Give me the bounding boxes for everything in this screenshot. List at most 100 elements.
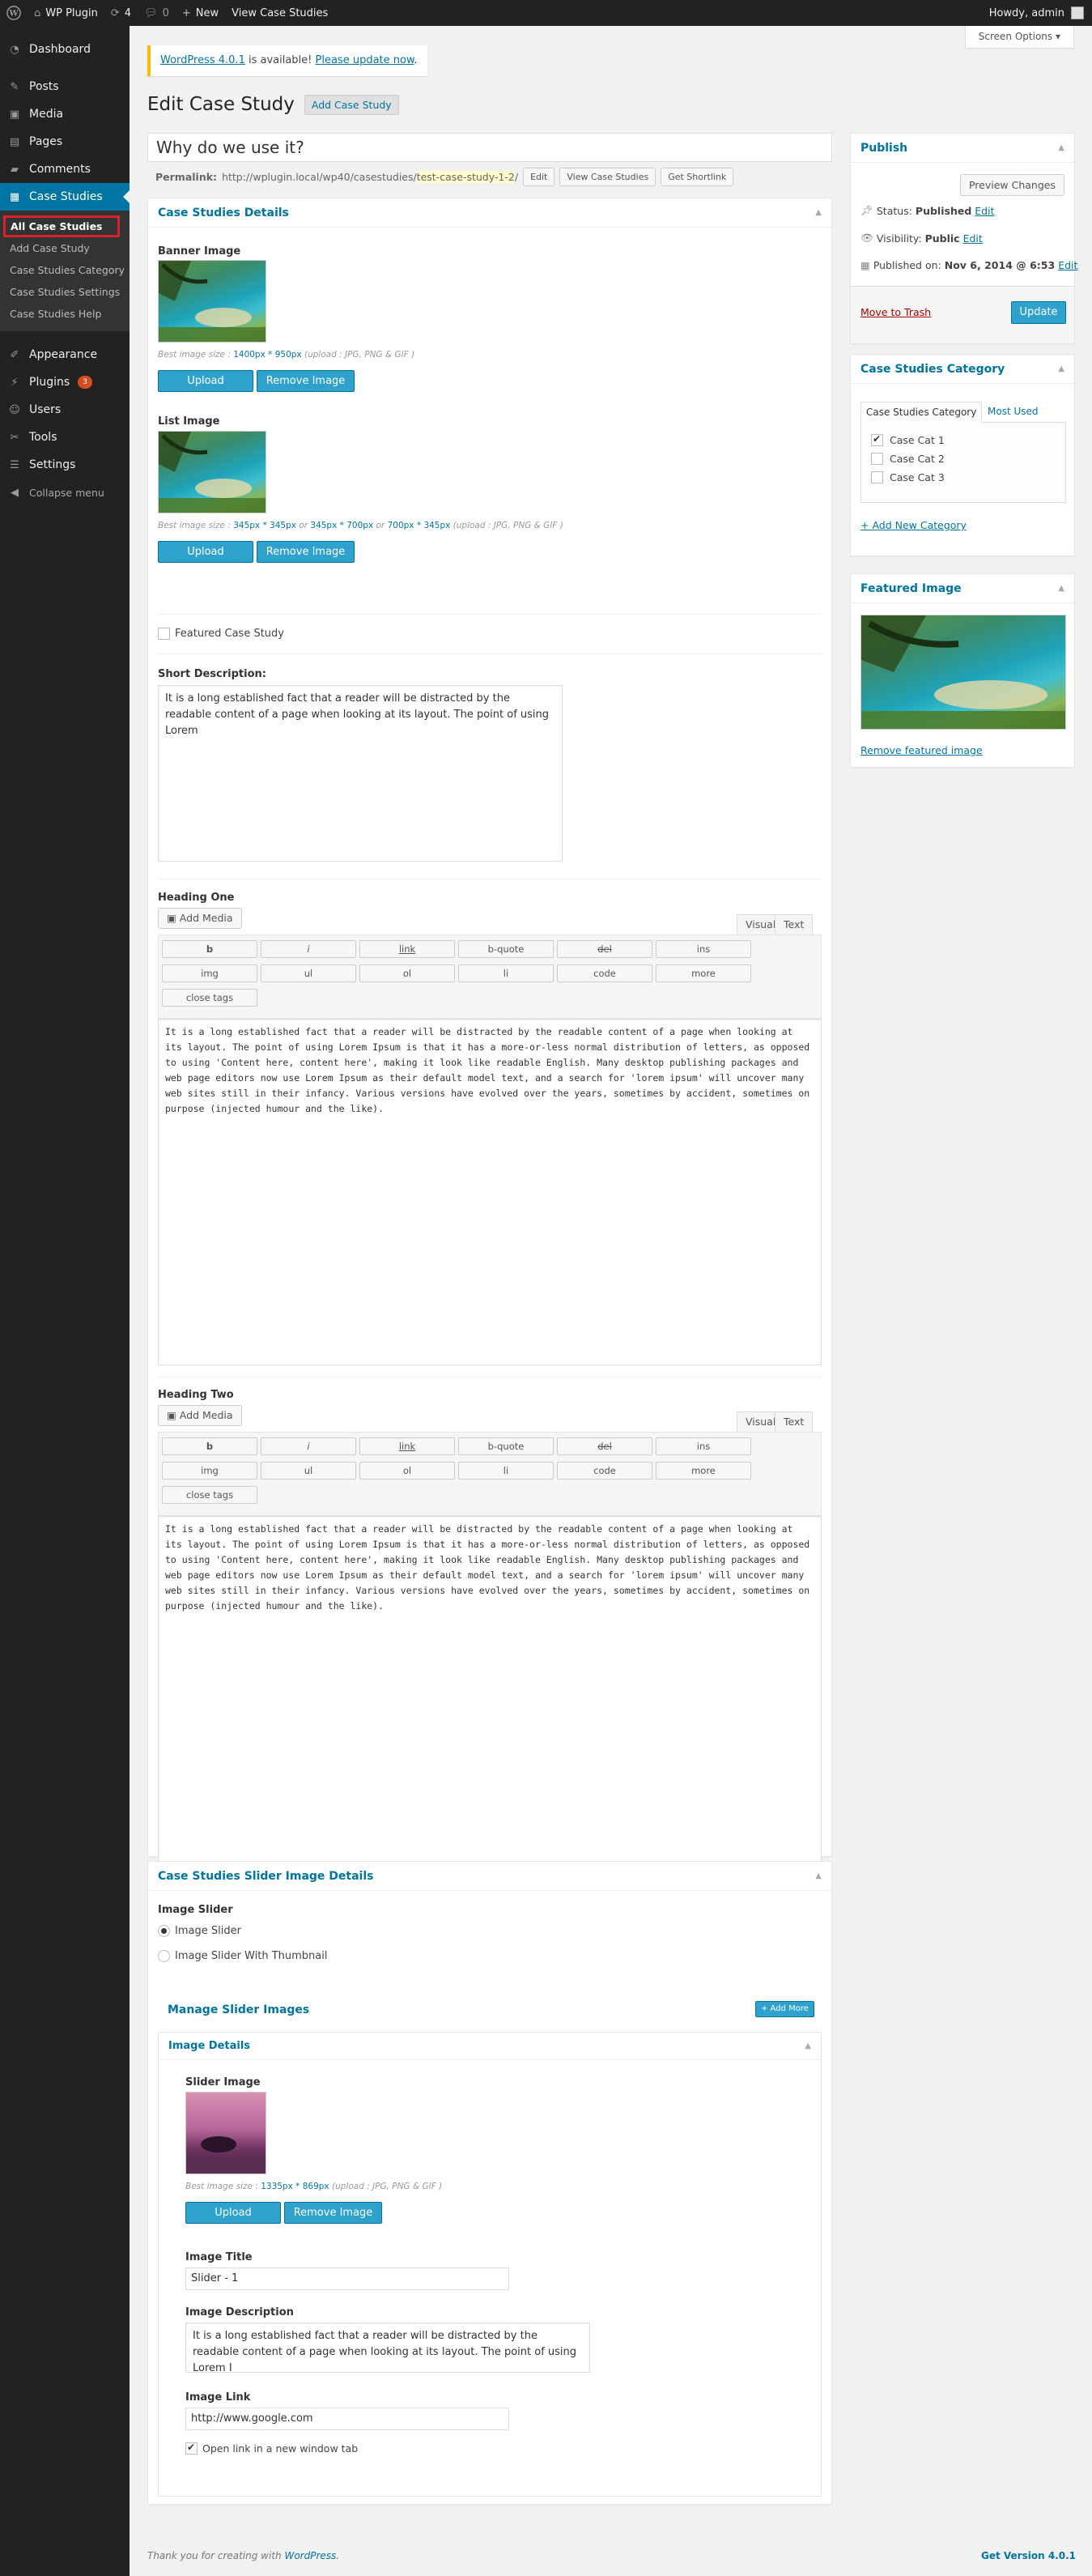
quicktag-li-button[interactable]: li [458,1462,554,1480]
quicktag-bquote-button[interactable]: b-quote [458,940,554,958]
quicktag-italic-button[interactable]: i [261,940,356,958]
quicktag-ul-button[interactable]: ul [261,1462,356,1480]
updates-link[interactable]: ⟳ 4 [104,0,138,26]
image-link-input[interactable]: http://www.google.com [185,2408,509,2430]
new-content-link[interactable]: + New [176,0,225,26]
site-name-link[interactable]: ⌂ WP Plugin [28,0,104,26]
image-slider-radio[interactable] [158,1925,170,1937]
quicktag-close-tags-button[interactable]: close tags [162,989,257,1007]
quicktag-bold-button[interactable]: b [162,940,257,958]
submenu-case-studies-help[interactable]: Case Studies Help [0,303,130,325]
featured-case-study-checkbox[interactable] [158,628,170,640]
screen-options-button[interactable]: Screen Options ▾ [964,26,1074,49]
sidebar-item-settings[interactable]: ☰ Settings [0,451,130,479]
tab-all-categories[interactable]: Case Studies Category [860,402,983,423]
sidebar-item-collapse[interactable]: ◀ Collapse menu [0,479,130,506]
open-new-tab-checkbox[interactable] [185,2442,198,2455]
edit-date-link[interactable]: Edit [1058,259,1077,271]
image-title-input[interactable]: Slider - 1 [185,2267,509,2290]
heading-two-content-textarea[interactable]: It is a long established fact that a rea… [158,1516,822,1863]
list-upload-button[interactable]: Upload [158,541,253,563]
sidebar-item-appearance[interactable]: ✐ Appearance [0,341,130,368]
quicktag-more-button[interactable]: more [656,1462,751,1480]
quicktag-code-button[interactable]: code [557,964,652,982]
update-now-link[interactable]: Please update now [316,54,414,66]
publish-header[interactable]: Publish ▲ [851,134,1074,163]
sidebar-item-users[interactable]: ☺︎ Users [0,396,130,424]
quicktag-bold-button[interactable]: b [162,1437,257,1455]
wordpress-link[interactable]: WordPress [284,2550,336,2561]
quicktag-italic-button[interactable]: i [261,1437,356,1455]
quicktag-ul-button[interactable]: ul [261,964,356,982]
get-shortlink-button[interactable]: Get Shortlink [661,168,734,186]
image-description-textarea[interactable]: It is a long established fact that a rea… [185,2323,590,2374]
sidebar-item-pages[interactable]: ▤ Pages [0,128,130,155]
quicktag-img-button[interactable]: img [162,1462,257,1480]
quicktag-code-button[interactable]: code [557,1462,652,1480]
image-slider-thumbnail-radio[interactable] [158,1950,170,1962]
case-studies-details-header[interactable]: Case Studies Details ▲ [148,198,831,228]
quicktag-close-tags-button[interactable]: close tags [162,1486,257,1504]
list-remove-image-button[interactable]: Remove Image [257,541,355,563]
edit-permalink-button[interactable]: Edit [523,168,555,186]
quicktag-del-button[interactable]: del [557,940,652,958]
quicktag-link-button[interactable]: link [359,940,455,958]
heading-two-add-media-button[interactable]: ▣ Add Media [158,1405,242,1426]
quicktag-ins-button[interactable]: ins [656,1437,751,1455]
submenu-add-case-study[interactable]: Add Case Study [0,237,130,259]
remove-featured-image-link[interactable]: Remove featured image [860,744,983,756]
view-case-studies-link[interactable]: View Case Studies [225,0,334,26]
banner-remove-image-button[interactable]: Remove Image [257,370,355,392]
update-button[interactable]: Update [1011,301,1066,324]
my-account[interactable]: Howdy, admin [989,6,1092,19]
category-checkbox[interactable] [871,471,883,483]
toggle-arrow-icon[interactable]: ▲ [1058,134,1064,163]
edit-visibility-link[interactable]: Edit [963,232,983,245]
sidebar-item-comments[interactable]: ▰ Comments [0,155,130,183]
featured-image-header[interactable]: Featured Image ▲ [851,574,1074,603]
post-title-input[interactable]: Why do we use it? [147,133,832,162]
toggle-arrow-icon[interactable]: ▲ [815,198,822,228]
sidebar-item-media[interactable]: ▣ Media [0,100,130,128]
toggle-arrow-icon[interactable]: ▲ [815,1862,822,1891]
slider-remove-image-button[interactable]: Remove Image [284,2202,382,2224]
heading-two-tab-text[interactable]: Text [775,1411,814,1433]
submenu-case-studies-settings[interactable]: Case Studies Settings [0,281,130,303]
banner-upload-button[interactable]: Upload [158,370,253,392]
heading-one-content-textarea[interactable]: It is a long established fact that a rea… [158,1019,822,1365]
add-case-study-button[interactable]: Add Case Study [304,94,399,115]
wordpress-version-link[interactable]: WordPress 4.0.1 [160,54,245,66]
comments-link[interactable]: 💬︎ 0 [138,0,176,26]
quicktag-img-button[interactable]: img [162,964,257,982]
sidebar-item-posts[interactable]: ✎ Posts [0,73,130,100]
move-to-trash-link[interactable]: Move to Trash [860,306,931,318]
quicktag-li-button[interactable]: li [458,964,554,982]
category-checkbox[interactable] [871,453,883,465]
quicktag-ol-button[interactable]: ol [359,1462,455,1480]
submenu-case-studies-category[interactable]: Case Studies Category [0,259,130,281]
quicktag-bquote-button[interactable]: b-quote [458,1437,554,1455]
toggle-arrow-icon[interactable]: ▲ [805,2033,811,2060]
quicktag-ol-button[interactable]: ol [359,964,455,982]
sidebar-item-dashboard[interactable]: ◔ Dashboard [0,36,130,63]
permalink-slug[interactable]: test-case-study-1-2 [416,171,515,183]
add-more-button[interactable]: + Add More [755,2001,814,2017]
quicktag-del-button[interactable]: del [557,1437,652,1455]
toggle-arrow-icon[interactable]: ▲ [1058,574,1064,603]
toggle-arrow-icon[interactable]: ▲ [1058,355,1064,384]
heading-one-add-media-button[interactable]: ▣ Add Media [158,908,242,929]
footer-version[interactable]: Get Version 4.0.1 [981,2550,1076,2561]
featured-image-preview[interactable] [860,615,1066,730]
quicktag-more-button[interactable]: more [656,964,751,982]
category-header[interactable]: Case Studies Category ▲ [851,355,1074,384]
quicktag-link-button[interactable]: link [359,1437,455,1455]
submenu-all-case-studies[interactable]: All Case Studies [3,215,120,237]
short-description-textarea[interactable]: It is a long established fact that a rea… [158,685,563,862]
view-case-studies-button[interactable]: View Case Studies [559,168,656,186]
heading-one-tab-text[interactable]: Text [775,914,814,935]
sidebar-item-tools[interactable]: ✂︎ Tools [0,424,130,451]
category-checkbox[interactable] [871,433,883,446]
tab-most-used[interactable]: Most Used [983,402,1043,423]
quicktag-ins-button[interactable]: ins [656,940,751,958]
image-details-header[interactable]: Image Details ▲ [159,2033,821,2060]
